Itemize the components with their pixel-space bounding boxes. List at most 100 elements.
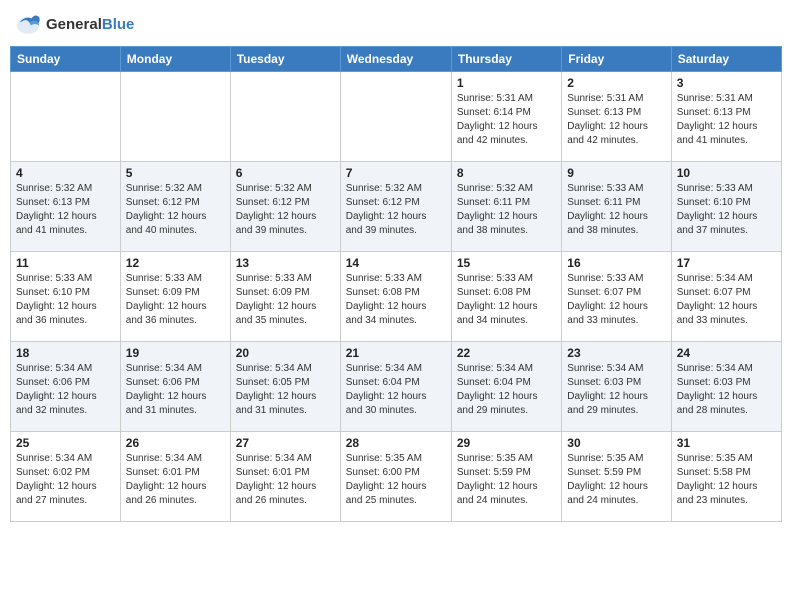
empty-cell xyxy=(120,72,230,162)
day-number: 3 xyxy=(677,76,776,90)
day-number: 20 xyxy=(236,346,335,360)
day-number: 27 xyxy=(236,436,335,450)
day-info: Sunrise: 5:34 AM Sunset: 6:04 PM Dayligh… xyxy=(346,362,446,418)
weekday-header-row: SundayMondayTuesdayWednesdayThursdayFrid… xyxy=(11,47,782,72)
day-cell-20: 20 Sunrise: 5:34 AM Sunset: 6:05 PM Dayli… xyxy=(230,342,340,432)
day-cell-10: 10 Sunrise: 5:33 AM Sunset: 6:10 PM Dayli… xyxy=(671,162,781,252)
day-info: Sunrise: 5:34 AM Sunset: 6:03 PM Dayligh… xyxy=(677,362,776,418)
day-cell-12: 12 Sunrise: 5:33 AM Sunset: 6:09 PM Dayli… xyxy=(120,252,230,342)
day-cell-1: 1 Sunrise: 5:31 AM Sunset: 6:14 PM Daylig… xyxy=(451,72,561,162)
week-row-1: 1 Sunrise: 5:31 AM Sunset: 6:14 PM Daylig… xyxy=(11,72,782,162)
day-cell-17: 17 Sunrise: 5:34 AM Sunset: 6:07 PM Dayli… xyxy=(671,252,781,342)
weekday-tuesday: Tuesday xyxy=(230,47,340,72)
day-cell-29: 29 Sunrise: 5:35 AM Sunset: 5:59 PM Dayli… xyxy=(451,432,561,522)
day-info: Sunrise: 5:32 AM Sunset: 6:12 PM Dayligh… xyxy=(126,182,225,238)
page-header: GeneralBlue xyxy=(10,10,782,38)
day-cell-27: 27 Sunrise: 5:34 AM Sunset: 6:01 PM Dayli… xyxy=(230,432,340,522)
day-info: Sunrise: 5:33 AM Sunset: 6:09 PM Dayligh… xyxy=(126,272,225,328)
weekday-saturday: Saturday xyxy=(671,47,781,72)
week-row-2: 4 Sunrise: 5:32 AM Sunset: 6:13 PM Daylig… xyxy=(11,162,782,252)
day-number: 25 xyxy=(16,436,115,450)
day-cell-25: 25 Sunrise: 5:34 AM Sunset: 6:02 PM Dayli… xyxy=(11,432,121,522)
day-info: Sunrise: 5:32 AM Sunset: 6:13 PM Dayligh… xyxy=(16,182,115,238)
day-info: Sunrise: 5:35 AM Sunset: 5:59 PM Dayligh… xyxy=(457,452,556,508)
day-cell-22: 22 Sunrise: 5:34 AM Sunset: 6:04 PM Dayli… xyxy=(451,342,561,432)
day-number: 23 xyxy=(567,346,665,360)
day-info: Sunrise: 5:33 AM Sunset: 6:09 PM Dayligh… xyxy=(236,272,335,328)
day-cell-8: 8 Sunrise: 5:32 AM Sunset: 6:11 PM Daylig… xyxy=(451,162,561,252)
day-number: 4 xyxy=(16,166,115,180)
day-cell-14: 14 Sunrise: 5:33 AM Sunset: 6:08 PM Dayli… xyxy=(340,252,451,342)
logo: GeneralBlue xyxy=(14,10,134,38)
day-cell-31: 31Sunrise: 5:35 AM Sunset: 5:58 PM Dayli… xyxy=(671,432,781,522)
empty-cell xyxy=(230,72,340,162)
day-info: Sunrise: 5:33 AM Sunset: 6:11 PM Dayligh… xyxy=(567,182,665,238)
day-info: Sunrise: 5:34 AM Sunset: 6:07 PM Dayligh… xyxy=(677,272,776,328)
day-number: 28 xyxy=(346,436,446,450)
day-info: Sunrise: 5:34 AM Sunset: 6:06 PM Dayligh… xyxy=(16,362,115,418)
day-info: Sunrise: 5:31 AM Sunset: 6:13 PM Dayligh… xyxy=(567,92,665,148)
day-number: 16 xyxy=(567,256,665,270)
day-number: 7 xyxy=(346,166,446,180)
day-info: Sunrise: 5:35 AM Sunset: 5:59 PM Dayligh… xyxy=(567,452,665,508)
day-info: Sunrise: 5:34 AM Sunset: 6:04 PM Dayligh… xyxy=(457,362,556,418)
day-cell-21: 21 Sunrise: 5:34 AM Sunset: 6:04 PM Dayli… xyxy=(340,342,451,432)
day-number: 15 xyxy=(457,256,556,270)
day-info: Sunrise: 5:32 AM Sunset: 6:11 PM Dayligh… xyxy=(457,182,556,238)
day-number: 22 xyxy=(457,346,556,360)
day-cell-2: 2 Sunrise: 5:31 AM Sunset: 6:13 PM Daylig… xyxy=(562,72,671,162)
day-cell-28: 28 Sunrise: 5:35 AM Sunset: 6:00 PM Dayli… xyxy=(340,432,451,522)
day-info: Sunrise: 5:33 AM Sunset: 6:07 PM Dayligh… xyxy=(567,272,665,328)
day-number: 1 xyxy=(457,76,556,90)
day-number: 14 xyxy=(346,256,446,270)
day-cell-15: 15Sunrise: 5:33 AM Sunset: 6:08 PM Dayli… xyxy=(451,252,561,342)
day-info: Sunrise: 5:34 AM Sunset: 6:06 PM Dayligh… xyxy=(126,362,225,418)
weekday-wednesday: Wednesday xyxy=(340,47,451,72)
weekday-friday: Friday xyxy=(562,47,671,72)
day-cell-4: 4 Sunrise: 5:32 AM Sunset: 6:13 PM Daylig… xyxy=(11,162,121,252)
day-info: Sunrise: 5:34 AM Sunset: 6:05 PM Dayligh… xyxy=(236,362,335,418)
calendar: SundayMondayTuesdayWednesdayThursdayFrid… xyxy=(10,46,782,522)
day-info: Sunrise: 5:31 AM Sunset: 6:14 PM Dayligh… xyxy=(457,92,556,148)
week-row-4: 18Sunrise: 5:34 AM Sunset: 6:06 PM Dayli… xyxy=(11,342,782,432)
day-cell-6: 6Sunrise: 5:32 AM Sunset: 6:12 PM Daylig… xyxy=(230,162,340,252)
day-cell-24: 24 Sunrise: 5:34 AM Sunset: 6:03 PM Dayli… xyxy=(671,342,781,432)
week-row-3: 11Sunrise: 5:33 AM Sunset: 6:10 PM Dayli… xyxy=(11,252,782,342)
day-info: Sunrise: 5:32 AM Sunset: 6:12 PM Dayligh… xyxy=(236,182,335,238)
day-info: Sunrise: 5:34 AM Sunset: 6:01 PM Dayligh… xyxy=(236,452,335,508)
day-cell-26: 26 Sunrise: 5:34 AM Sunset: 6:01 PM Dayli… xyxy=(120,432,230,522)
weekday-sunday: Sunday xyxy=(11,47,121,72)
week-row-5: 25 Sunrise: 5:34 AM Sunset: 6:02 PM Dayli… xyxy=(11,432,782,522)
day-info: Sunrise: 5:33 AM Sunset: 6:08 PM Dayligh… xyxy=(346,272,446,328)
day-cell-11: 11Sunrise: 5:33 AM Sunset: 6:10 PM Dayli… xyxy=(11,252,121,342)
empty-cell xyxy=(340,72,451,162)
weekday-thursday: Thursday xyxy=(451,47,561,72)
empty-cell xyxy=(11,72,121,162)
day-cell-7: 7Sunrise: 5:32 AM Sunset: 6:12 PM Daylig… xyxy=(340,162,451,252)
day-info: Sunrise: 5:34 AM Sunset: 6:01 PM Dayligh… xyxy=(126,452,225,508)
day-info: Sunrise: 5:35 AM Sunset: 6:00 PM Dayligh… xyxy=(346,452,446,508)
day-info: Sunrise: 5:34 AM Sunset: 6:02 PM Dayligh… xyxy=(16,452,115,508)
day-cell-18: 18Sunrise: 5:34 AM Sunset: 6:06 PM Dayli… xyxy=(11,342,121,432)
day-info: Sunrise: 5:35 AM Sunset: 5:58 PM Dayligh… xyxy=(677,452,776,508)
day-number: 24 xyxy=(677,346,776,360)
day-number: 13 xyxy=(236,256,335,270)
day-info: Sunrise: 5:33 AM Sunset: 6:10 PM Dayligh… xyxy=(677,182,776,238)
day-cell-5: 5 Sunrise: 5:32 AM Sunset: 6:12 PM Daylig… xyxy=(120,162,230,252)
day-number: 12 xyxy=(126,256,225,270)
day-number: 26 xyxy=(126,436,225,450)
logo-icon xyxy=(14,10,42,38)
day-number: 30 xyxy=(567,436,665,450)
day-number: 17 xyxy=(677,256,776,270)
day-cell-19: 19Sunrise: 5:34 AM Sunset: 6:06 PM Dayli… xyxy=(120,342,230,432)
day-number: 2 xyxy=(567,76,665,90)
day-number: 29 xyxy=(457,436,556,450)
day-number: 10 xyxy=(677,166,776,180)
weekday-monday: Monday xyxy=(120,47,230,72)
day-number: 5 xyxy=(126,166,225,180)
day-number: 9 xyxy=(567,166,665,180)
day-cell-23: 23Sunrise: 5:34 AM Sunset: 6:03 PM Dayli… xyxy=(562,342,671,432)
day-number: 8 xyxy=(457,166,556,180)
day-number: 11 xyxy=(16,256,115,270)
day-number: 21 xyxy=(346,346,446,360)
